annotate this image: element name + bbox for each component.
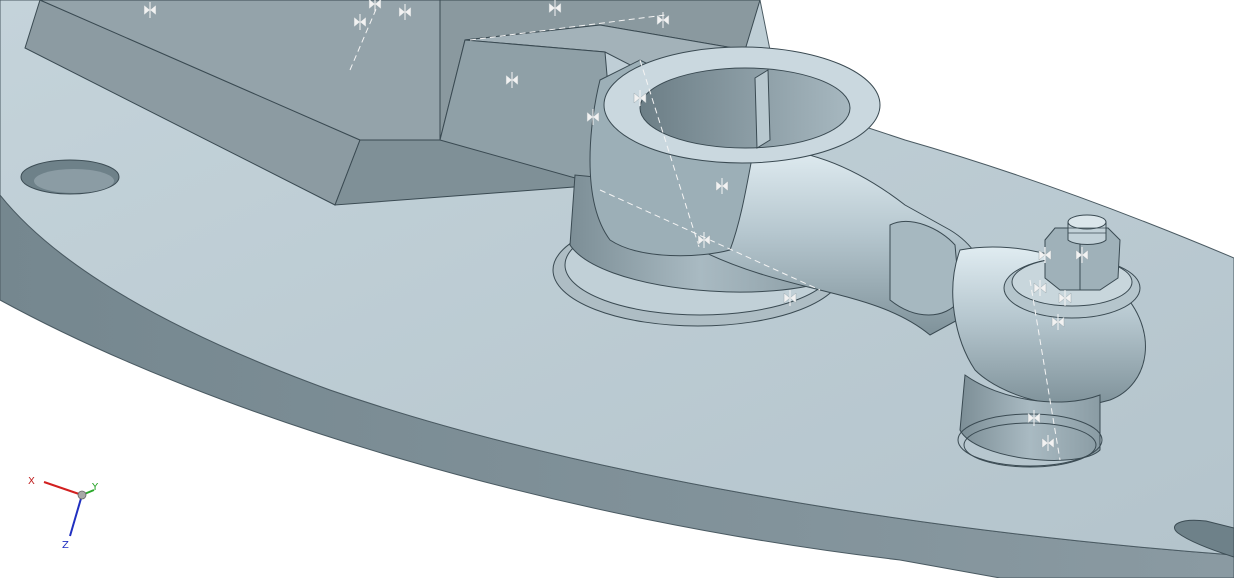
- rod-big-end-bore[interactable]: [639, 67, 851, 149]
- mounting-hole-left-depth: [34, 169, 114, 193]
- cad-graphics-viewport[interactable]: X Y Z: [0, 0, 1234, 578]
- triad-x-axis: [43, 481, 83, 496]
- bore-key-slot: [754, 69, 771, 149]
- cad-model-view[interactable]: [0, 0, 1234, 578]
- triad-z-axis: [69, 494, 83, 537]
- triad-x-label: X: [28, 476, 35, 487]
- triad-origin: [77, 490, 87, 500]
- triad-z-label: Z: [62, 540, 69, 551]
- triad-y-label: Y: [91, 482, 99, 493]
- stud-top: [1067, 214, 1107, 230]
- view-triad-icon[interactable]: X Y Z: [20, 468, 130, 558]
